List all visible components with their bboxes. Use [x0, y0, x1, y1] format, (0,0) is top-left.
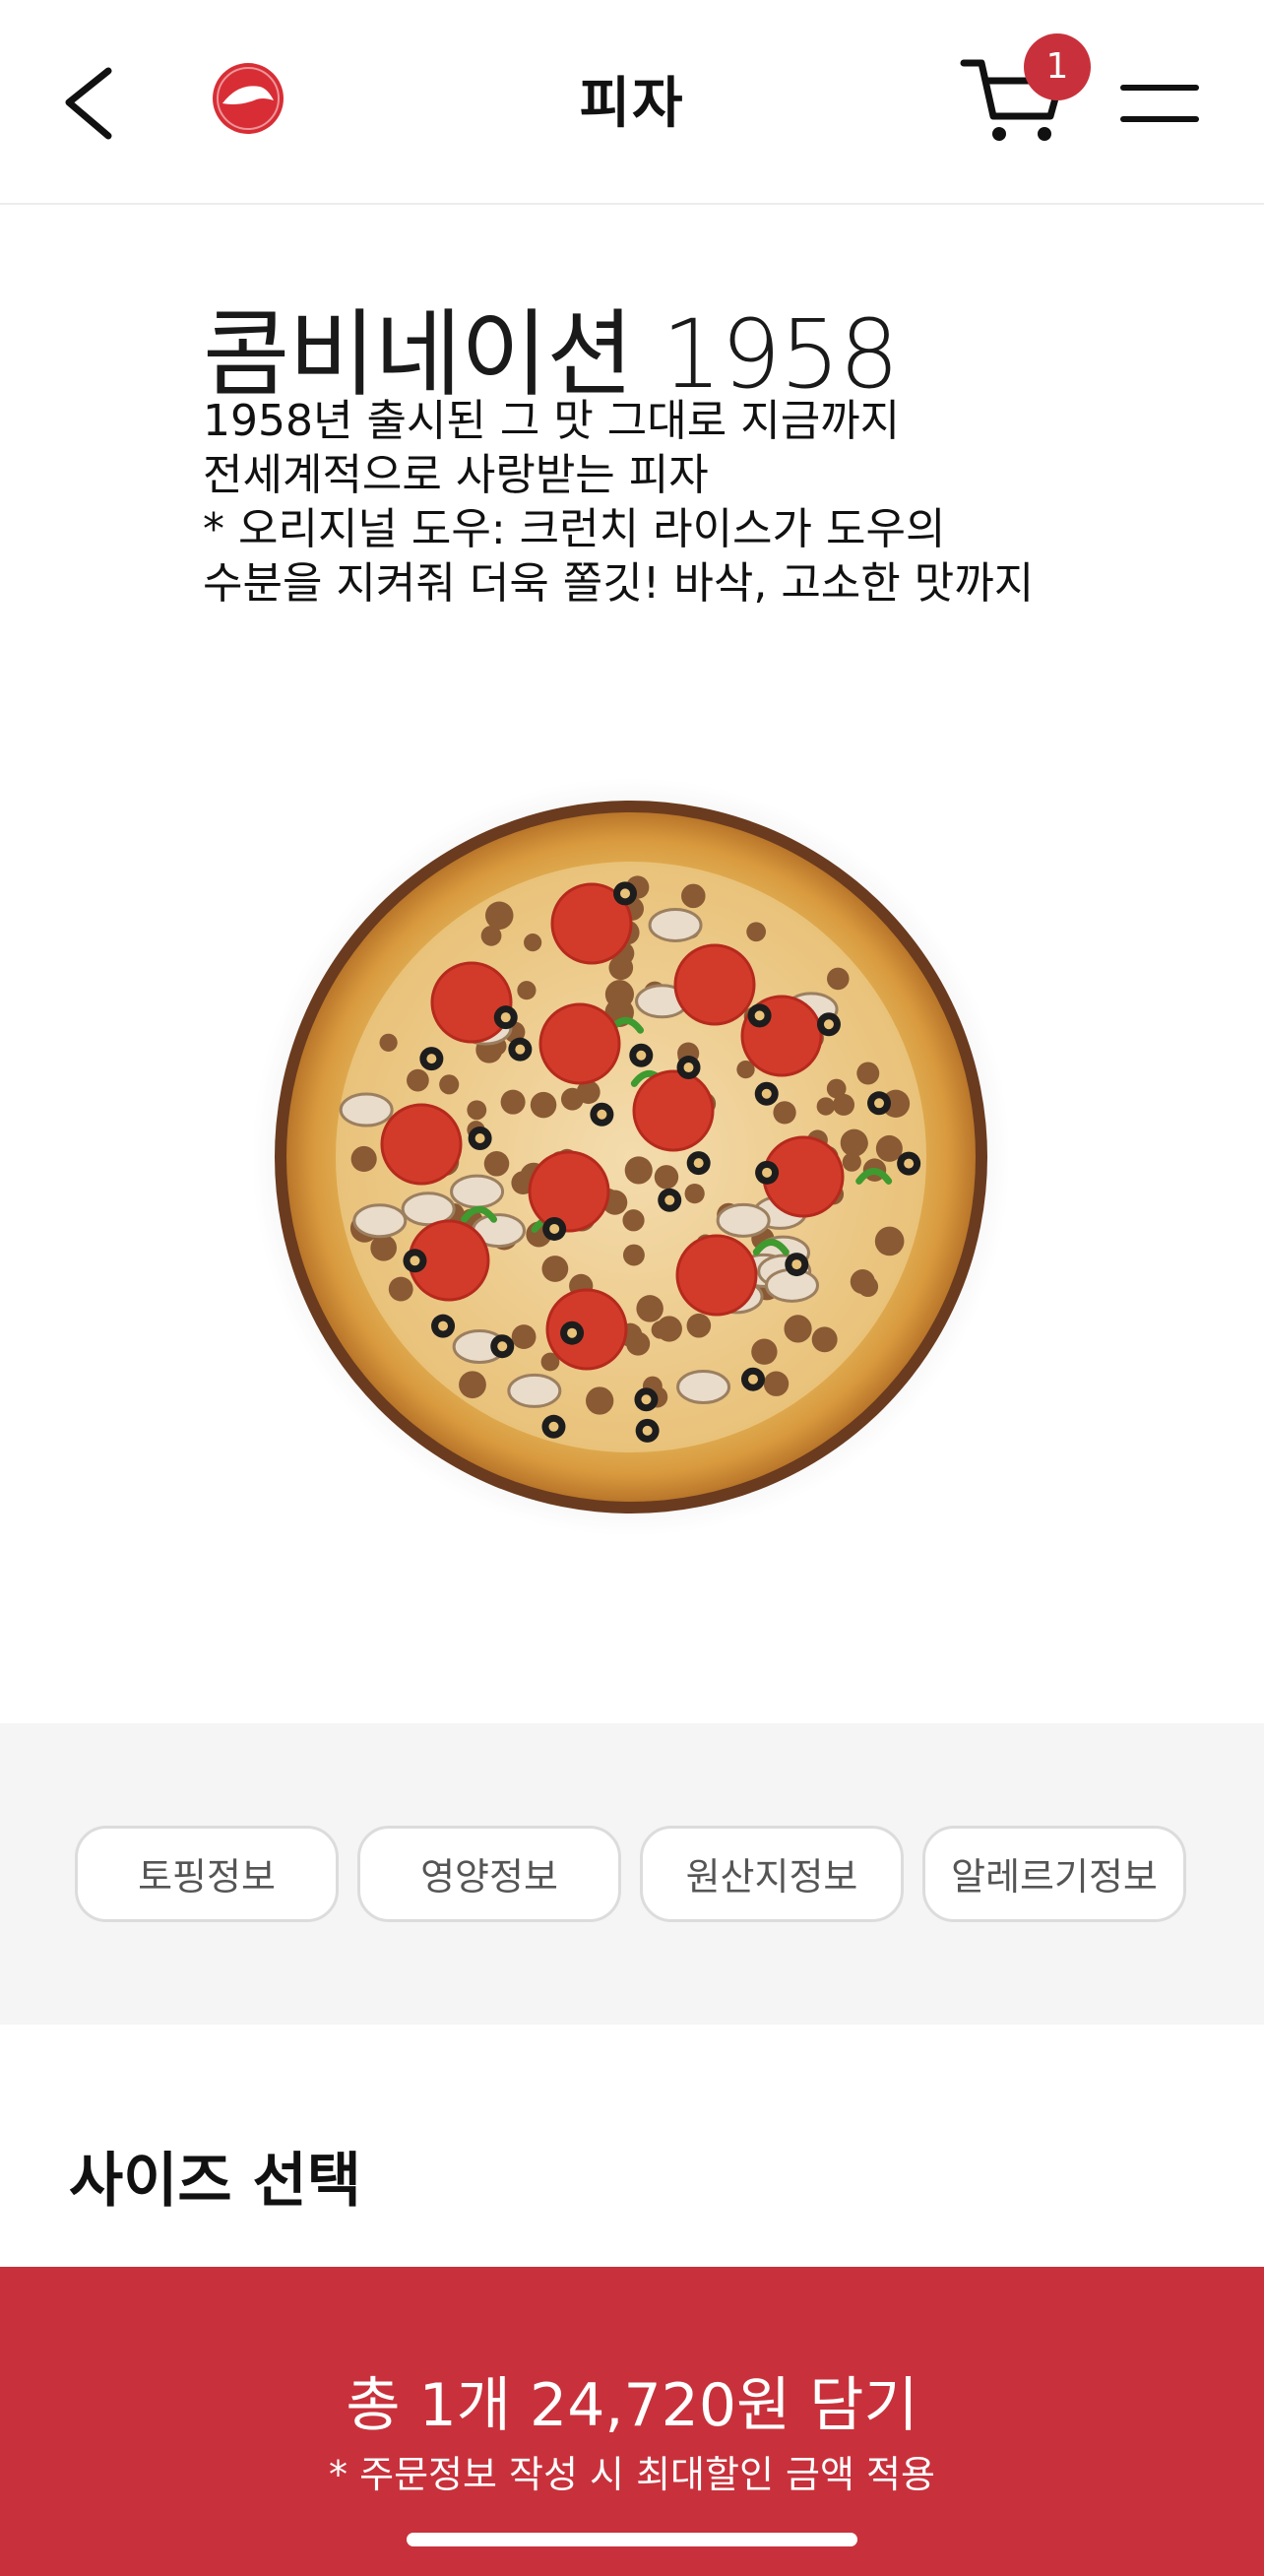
description-line: 1958년 출시된 그 맛 그대로 지금까지 — [203, 396, 901, 446]
cart-count-badge: 1 — [1024, 33, 1091, 100]
product-description: 1958년 출시된 그 맛 그대로 지금까지 전세계적으로 사랑받는 피자 * … — [203, 394, 1187, 611]
menu-button[interactable] — [1120, 81, 1199, 126]
size-selection-heading: 사이즈 선택 — [69, 2147, 361, 2216]
topping-info-button[interactable]: 토핑정보 — [75, 1826, 339, 1922]
info-buttons-section: 토핑정보 영양정보 원산지정보 알레르기정보 — [0, 1723, 1264, 2025]
add-to-cart-button[interactable]: 총 1개 24,720원 담기 * 주문정보 작성 시 최대할인 금액 적용 — [0, 2267, 1264, 2576]
nutrition-info-button[interactable]: 영양정보 — [357, 1826, 621, 1922]
top-navigation-bar: 피자 1 — [0, 0, 1264, 205]
hamburger-menu-icon — [1120, 85, 1199, 122]
discount-note: * 주문정보 작성 시 최대할인 금액 적용 — [329, 2453, 935, 2496]
allergy-info-button[interactable]: 알레르기정보 — [922, 1826, 1186, 1922]
description-line: 수분을 지켜줘 더욱 쫄깃! 바삭, 고소한 맛까지 — [203, 558, 1035, 609]
home-indicator — [407, 2533, 857, 2546]
pizza-illustration — [252, 778, 1010, 1536]
add-to-cart-label: 총 1개 24,720원 담기 — [346, 2371, 918, 2440]
description-line: 전세계적으로 사랑받는 피자 — [203, 450, 709, 500]
pizza-image — [252, 778, 1010, 1536]
origin-info-button[interactable]: 원산지정보 — [640, 1826, 904, 1922]
description-line: * 오리지널 도우: 크런치 라이스가 도우의 — [203, 504, 946, 554]
